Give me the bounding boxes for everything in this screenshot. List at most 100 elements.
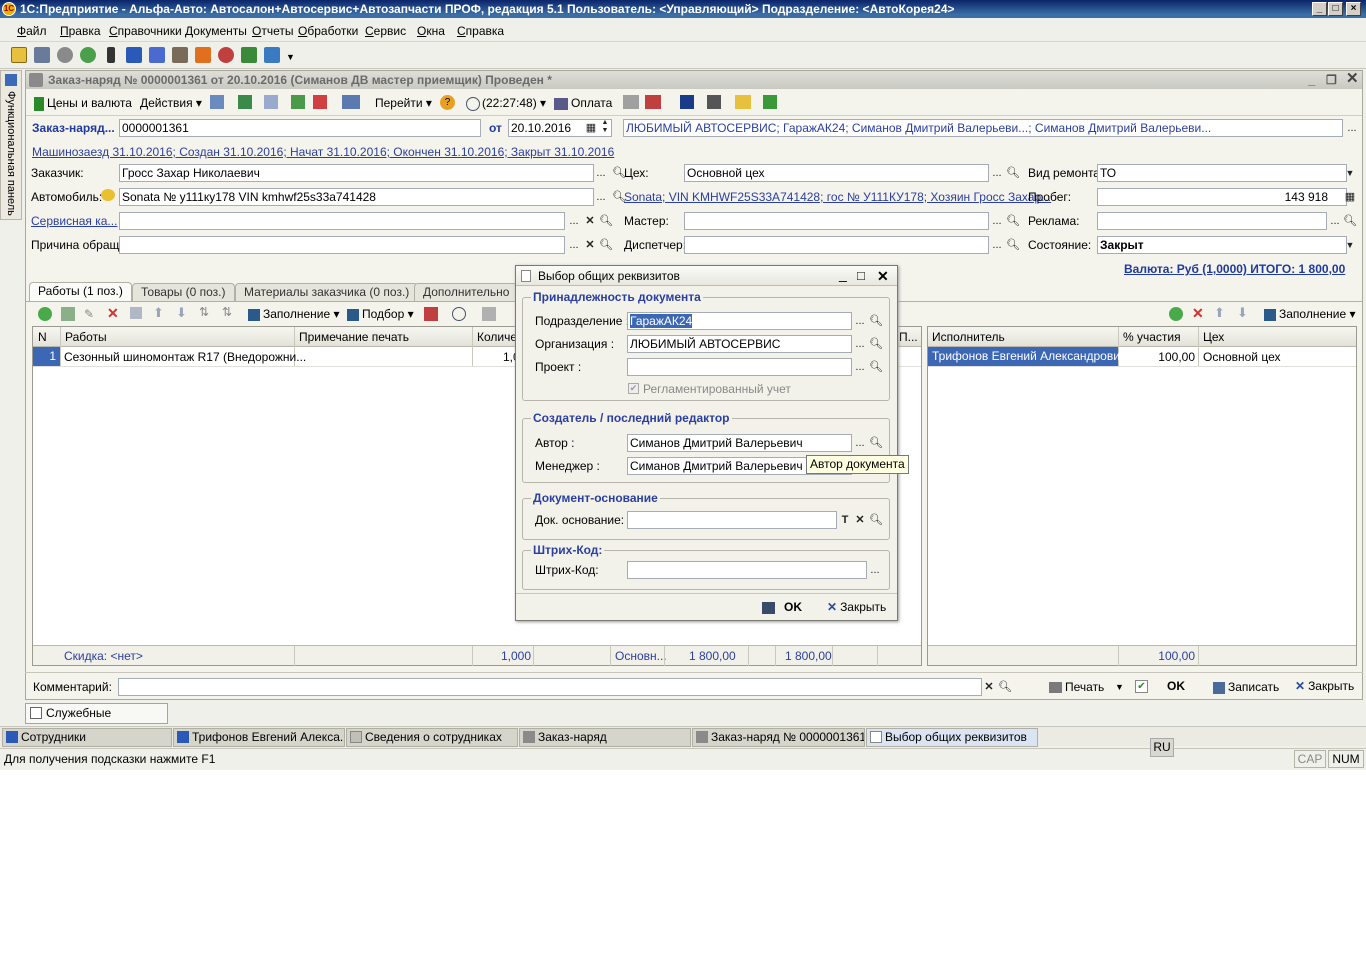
menu-help[interactable]: Справка [457, 24, 504, 38]
col-extra[interactable]: П... [899, 330, 918, 344]
gear-icon[interactable] [218, 47, 234, 63]
organization-info-field[interactable]: ЛЮБИМЫЙ АВТОСЕРВИС; ГаражАК24; Симанов Д… [623, 119, 1343, 137]
copy-row-icon[interactable] [61, 307, 75, 321]
tree-icon[interactable] [680, 95, 694, 109]
arrows-icon[interactable] [264, 47, 280, 63]
actions-menu[interactable]: Действия ▾ [140, 96, 202, 110]
print-button[interactable]: Печать [1049, 680, 1104, 694]
works-clock-icon[interactable] [452, 307, 466, 321]
move-up-icon[interactable]: ⬆ [153, 305, 164, 321]
reason-clear-icon[interactable]: ✕ [582, 237, 598, 253]
barcode-icon[interactable] [34, 47, 50, 63]
task-order[interactable]: Заказ-наряд № 0000001361... [692, 728, 865, 747]
task-employees[interactable]: Сотрудники [2, 728, 172, 747]
doc-ok-button[interactable]: OK [1167, 679, 1185, 693]
chat-icon[interactable] [80, 47, 96, 63]
works-print-icon[interactable] [482, 307, 496, 321]
goto-menu[interactable]: Перейти ▾ [375, 96, 432, 110]
shop-field[interactable]: Основной цех [684, 164, 989, 182]
subdivision-search-icon[interactable]: 🔍︎ [868, 313, 884, 329]
shop-select-button[interactable]: ... [989, 165, 1005, 181]
tab-additional[interactable]: Дополнительно [414, 283, 519, 301]
regulated-accounting-checkbox[interactable]: ✔ [628, 383, 639, 394]
task-orders-list[interactable]: Заказ-наряд [519, 728, 691, 747]
sort-desc-icon[interactable]: ⇅ [222, 305, 232, 319]
spreadsheet-icon[interactable] [763, 95, 777, 109]
works-extra-icon[interactable] [424, 307, 438, 321]
refresh-icon[interactable] [238, 95, 252, 109]
repair-type-dropdown-icon[interactable]: ▼ [1342, 165, 1358, 181]
service-card-search-icon[interactable]: 🔍︎ [598, 213, 614, 229]
service-card-clear-icon[interactable]: ✕ [582, 213, 598, 229]
tools-icon[interactable] [57, 47, 73, 63]
toolbar-more-icon[interactable]: ▼ [286, 52, 295, 62]
functional-panel[interactable]: Функциональная панель [0, 70, 22, 220]
books-icon[interactable] [195, 47, 211, 63]
dialog-ok-button[interactable]: OK [762, 600, 802, 614]
menu-documents[interactable]: Документы [185, 24, 247, 38]
col-percent[interactable]: % участия [1123, 330, 1181, 344]
doc-restore-button[interactable]: ❐ [1326, 71, 1337, 89]
author-field[interactable]: Симанов Дмитрий Валерьевич [627, 434, 852, 452]
task-employee-card[interactable]: Трифонов Евгений Алекса... [173, 728, 345, 747]
works-select-button[interactable]: Подбор ▾ [347, 307, 414, 321]
date-spin-icon[interactable]: ▲ ▼ [597, 119, 613, 135]
menu-edit[interactable]: Правка [60, 24, 101, 38]
master-select-button[interactable]: ... [989, 213, 1005, 229]
repair-type-field[interactable]: ТО [1097, 164, 1347, 182]
folder-icon[interactable] [735, 95, 751, 109]
move-down-icon[interactable]: ⬇ [176, 305, 187, 321]
mileage-calculator-icon[interactable]: ▦ [1342, 189, 1358, 205]
organization-field[interactable]: ЛЮБИМЫЙ АВТОСЕРВИС [627, 335, 852, 353]
tab-works[interactable]: Работы (1 поз.) [29, 282, 132, 302]
export-icon[interactable] [313, 95, 327, 109]
author-search-icon[interactable]: 🔍︎ [868, 435, 884, 451]
customer-field[interactable]: Гросс Захар Николаевич [119, 164, 594, 182]
tab-customer-materials[interactable]: Материалы заказчика (0 поз.) [235, 283, 419, 301]
dispatcher-search-icon[interactable]: 🔍︎ [1005, 237, 1021, 253]
task-employee-info[interactable]: Сведения о сотрудниках [346, 728, 518, 747]
executors-table[interactable]: Исполнитель % участия Цех Трифонов Евген… [927, 326, 1357, 666]
ads-field[interactable] [1097, 212, 1327, 230]
org-info-select-button[interactable]: ... [1344, 120, 1360, 136]
project-search-icon[interactable]: 🔍︎ [868, 359, 884, 375]
base-type-icon[interactable]: T [837, 512, 853, 528]
service-card-select-button[interactable]: ... [566, 213, 582, 229]
ads-search-icon[interactable]: 🔍︎ [1342, 213, 1358, 229]
state-field[interactable]: Закрыт [1097, 236, 1347, 254]
maximize-button[interactable]: □ [1328, 2, 1343, 16]
author-select-button[interactable]: ... [852, 435, 868, 451]
post-checkbox-icon[interactable]: ✔ [1135, 680, 1148, 693]
barcode-select-button[interactable]: ... [867, 562, 883, 578]
list-icon[interactable] [707, 95, 721, 109]
table-row[interactable]: Трифонов Евгений Александрович 100,00 Ос… [928, 347, 1356, 367]
organization-search-icon[interactable]: 🔍︎ [868, 336, 884, 352]
prices-currency-button[interactable]: Цены и валюта [34, 96, 132, 111]
post-icon[interactable] [210, 95, 224, 109]
col-n[interactable]: N [38, 330, 47, 344]
comment-search-icon[interactable]: 🔍︎ [997, 679, 1013, 695]
service-messages-button[interactable]: Служебные сообщения [25, 703, 168, 739]
copy-icon[interactable] [264, 95, 278, 109]
pin-icon[interactable] [107, 47, 115, 63]
col-print-note[interactable]: Примечание печать [299, 330, 409, 344]
menu-catalogs[interactable]: Справочники [109, 24, 182, 38]
doc-close-button[interactable]: ✕ [1346, 70, 1359, 88]
doc-minimize-button[interactable]: _ [1308, 71, 1315, 89]
edit-row-icon[interactable]: ✎ [84, 307, 98, 321]
scales-icon[interactable] [623, 95, 639, 109]
car-details-link[interactable]: Sonata; VIN KMHWF25S33A741428; гос № У11… [624, 190, 1051, 204]
car-field[interactable]: Sonata № у111ку178 VIN kmhwf25s33a741428 [119, 188, 594, 206]
currency-total-link[interactable]: Валюта: Руб (1,0000) ИТОГО: 1 800,00 [1124, 262, 1345, 276]
base-document-field[interactable] [627, 511, 837, 529]
menu-windows[interactable]: Окна [417, 24, 445, 38]
menu-processing[interactable]: Обработки [298, 24, 358, 38]
print-dropdown-icon[interactable]: ▼ [1115, 682, 1124, 692]
help-icon[interactable]: ? [440, 95, 455, 110]
state-dropdown-icon[interactable]: ▼ [1342, 237, 1358, 253]
payment-button[interactable]: Оплата [554, 96, 612, 110]
executor-delete-icon[interactable]: ✕ [1192, 305, 1204, 322]
close-button[interactable]: × [1346, 2, 1361, 16]
dialog-minimize-button[interactable]: _ [839, 264, 847, 284]
minimize-button[interactable]: _ [1312, 2, 1327, 16]
